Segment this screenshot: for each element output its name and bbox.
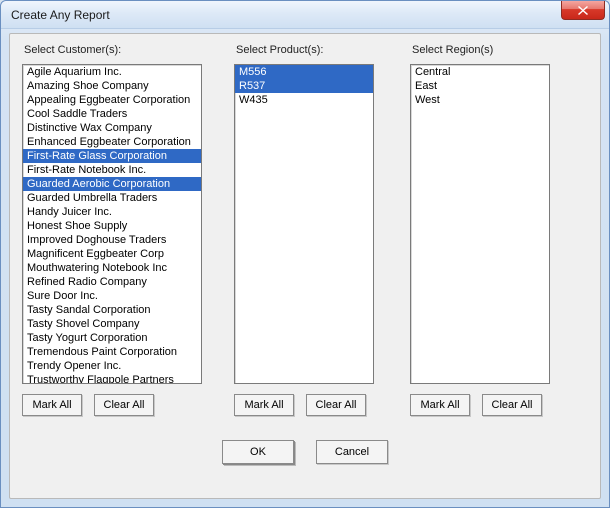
- titlebar[interactable]: Create Any Report: [1, 1, 609, 29]
- dialog-footer: OK Cancel: [22, 440, 588, 464]
- regions-label: Select Region(s): [410, 44, 550, 56]
- customers-item[interactable]: Amazing Shoe Company: [23, 79, 201, 93]
- customers-item[interactable]: Appealing Eggbeater Corporation: [23, 93, 201, 107]
- products-clear-all-button[interactable]: Clear All: [306, 394, 366, 416]
- products-item[interactable]: R537: [235, 79, 373, 93]
- regions-item[interactable]: East: [411, 79, 549, 93]
- customers-label: Select Customer(s):: [22, 44, 202, 56]
- close-icon: [578, 6, 588, 15]
- regions-clear-all-button[interactable]: Clear All: [482, 394, 542, 416]
- customers-item[interactable]: Guarded Umbrella Traders: [23, 191, 201, 205]
- regions-listbox[interactable]: CentralEastWest: [410, 64, 550, 384]
- dialog-window: Create Any Report Select Customer(s): Ag…: [0, 0, 610, 508]
- window-title: Create Any Report: [11, 8, 110, 22]
- regions-item[interactable]: West: [411, 93, 549, 107]
- cancel-button[interactable]: Cancel: [316, 440, 388, 464]
- customers-item[interactable]: Improved Doghouse Traders: [23, 233, 201, 247]
- customers-item[interactable]: Distinctive Wax Company: [23, 121, 201, 135]
- products-label: Select Product(s):: [234, 44, 374, 56]
- customers-item[interactable]: First-Rate Notebook Inc.: [23, 163, 201, 177]
- ok-button[interactable]: OK: [222, 440, 294, 464]
- products-item[interactable]: W435: [235, 93, 373, 107]
- close-button[interactable]: [561, 1, 605, 20]
- customers-item[interactable]: Agile Aquarium Inc.: [23, 65, 201, 79]
- regions-mark-all-button[interactable]: Mark All: [410, 394, 470, 416]
- customers-item[interactable]: Guarded Aerobic Corporation: [23, 177, 201, 191]
- customers-item[interactable]: Trendy Opener Inc.: [23, 359, 201, 373]
- customers-item[interactable]: Cool Saddle Traders: [23, 107, 201, 121]
- dialog-body: Select Customer(s): Agile Aquarium Inc.A…: [9, 33, 601, 499]
- regions-item[interactable]: Central: [411, 65, 549, 79]
- customers-listbox[interactable]: Agile Aquarium Inc.Amazing Shoe CompanyA…: [22, 64, 202, 384]
- customers-item[interactable]: Refined Radio Company: [23, 275, 201, 289]
- customers-item[interactable]: Tremendous Paint Corporation: [23, 345, 201, 359]
- products-item[interactable]: M556: [235, 65, 373, 79]
- customers-item[interactable]: Tasty Shovel Company: [23, 317, 201, 331]
- products-column: Select Product(s): M556R537W435 Mark All…: [234, 44, 374, 416]
- products-listbox[interactable]: M556R537W435: [234, 64, 374, 384]
- customers-item[interactable]: Tasty Sandal Corporation: [23, 303, 201, 317]
- customers-item[interactable]: Trustworthy Flagpole Partners: [23, 373, 201, 384]
- regions-column: Select Region(s) CentralEastWest Mark Al…: [410, 44, 550, 416]
- customers-item[interactable]: Tasty Yogurt Corporation: [23, 331, 201, 345]
- customers-item[interactable]: Enhanced Eggbeater Corporation: [23, 135, 201, 149]
- customers-column: Select Customer(s): Agile Aquarium Inc.A…: [22, 44, 202, 416]
- customers-clear-all-button[interactable]: Clear All: [94, 394, 154, 416]
- customers-item[interactable]: Mouthwatering Notebook Inc: [23, 261, 201, 275]
- customers-item[interactable]: Honest Shoe Supply: [23, 219, 201, 233]
- customers-mark-all-button[interactable]: Mark All: [22, 394, 82, 416]
- customers-item[interactable]: Handy Juicer Inc.: [23, 205, 201, 219]
- customers-item[interactable]: Sure Door Inc.: [23, 289, 201, 303]
- customers-item[interactable]: Magnificent Eggbeater Corp: [23, 247, 201, 261]
- customers-item[interactable]: First-Rate Glass Corporation: [23, 149, 201, 163]
- products-mark-all-button[interactable]: Mark All: [234, 394, 294, 416]
